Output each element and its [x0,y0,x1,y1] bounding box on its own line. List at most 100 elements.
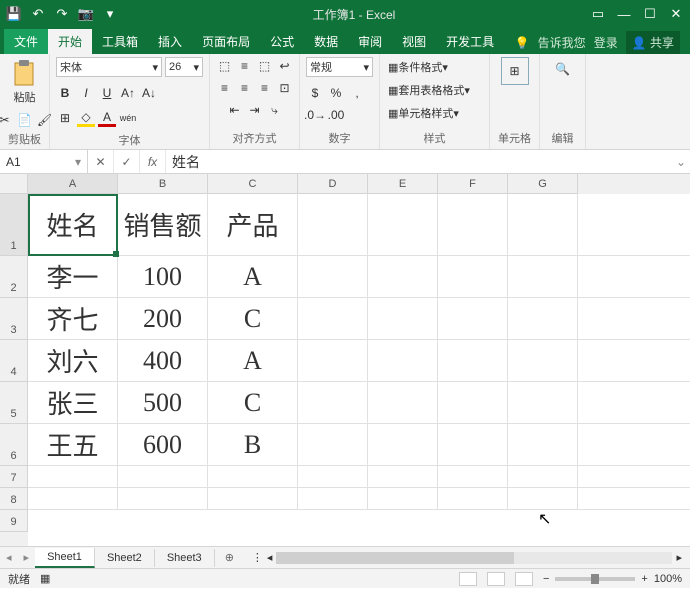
table-format-button[interactable]: ▦ 套用表格格式 ▾ [386,80,472,100]
col-header[interactable]: E [368,174,438,194]
row-header[interactable]: 6 [0,424,28,466]
cut-icon[interactable]: ✂ [0,111,14,129]
italic-icon[interactable]: I [77,84,95,102]
sheet-nav-prev-icon[interactable]: ◂ [0,551,18,564]
bold-icon[interactable]: B [56,84,74,102]
qat-more-icon[interactable]: ▾ [102,6,118,22]
cell[interactable]: 王五 [28,424,118,465]
currency-icon[interactable]: $ [306,84,324,102]
sheet-tab[interactable]: Sheet2 [95,549,155,567]
redo-icon[interactable]: ↷ [54,6,70,22]
scroll-left-icon[interactable]: ◂ [267,551,273,564]
font-size-select[interactable]: 26▾ [165,57,203,77]
close-icon[interactable]: ✕ [668,6,684,22]
merge-icon[interactable]: ⊡ [276,79,294,97]
cell[interactable]: 400 [118,340,208,381]
cancel-formula-icon[interactable]: ✕ [88,150,114,173]
tab-dev[interactable]: 开发工具 [436,29,504,54]
cell[interactable]: 100 [118,256,208,297]
tab-insert[interactable]: 插入 [148,29,192,54]
page-layout-view-icon[interactable] [487,572,505,586]
comma-icon[interactable]: , [348,84,366,102]
formula-bar[interactable]: 姓名 [166,152,672,172]
tellme-icon[interactable]: 💡 [515,36,530,50]
maximize-icon[interactable]: ☐ [642,6,658,22]
align-bot-icon[interactable]: ⬚ [256,57,274,75]
cell[interactable]: 齐七 [28,298,118,339]
tellme-text[interactable]: 告诉我您 [538,34,586,51]
row-header[interactable]: 2 [0,256,28,298]
increase-font-icon[interactable]: A↑ [119,84,137,102]
cell[interactable] [508,194,578,255]
col-header[interactable]: C [208,174,298,194]
macro-record-icon[interactable]: ▦ [40,572,50,585]
phonetic-icon[interactable]: wén [119,109,137,127]
indent-dec-icon[interactable]: ⇤ [226,101,244,119]
cell[interactable] [368,194,438,255]
worksheet-grid[interactable]: A B C D E F G 1 2 3 4 5 6 7 8 9 姓名 销售额 产… [0,174,690,546]
tab-file[interactable]: 文件 [4,29,48,54]
col-header[interactable]: A [28,174,118,194]
cell[interactable]: 李一 [28,256,118,297]
ribbon-options-icon[interactable]: ▭ [590,6,606,22]
col-header[interactable]: D [298,174,368,194]
wrap-icon[interactable]: ↩ [276,57,294,75]
tab-review[interactable]: 审阅 [348,29,392,54]
cell[interactable]: 销售额 [118,194,208,255]
cell[interactable]: 600 [118,424,208,465]
formula-expand-icon[interactable]: ⌄ [672,155,690,169]
decrease-font-icon[interactable]: A↓ [140,84,158,102]
sheet-nav-next-icon[interactable]: ▸ [18,551,36,564]
cell[interactable]: A [208,340,298,381]
fill-color-icon[interactable]: ◇ [77,109,95,127]
zoom-slider[interactable] [555,577,635,581]
cell[interactable]: B [208,424,298,465]
share-button[interactable]: 👤 共享 [626,31,680,54]
zoom-out-icon[interactable]: − [543,573,549,585]
cell[interactable]: C [208,382,298,423]
cell[interactable]: A [208,256,298,297]
conditional-format-button[interactable]: ▦ 条件格式 ▾ [386,57,450,77]
row-header[interactable]: 4 [0,340,28,382]
align-center-icon[interactable]: ≡ [236,79,254,97]
align-top-icon[interactable]: ⬚ [216,57,234,75]
orientation-icon[interactable]: ⤷ [266,101,284,119]
indent-inc-icon[interactable]: ⇥ [246,101,264,119]
h-scrollbar[interactable] [276,552,672,564]
tab-view[interactable]: 视图 [392,29,436,54]
add-sheet-icon[interactable]: ⊕ [215,551,244,564]
inc-decimal-icon[interactable]: .0→ [306,106,324,124]
cell[interactable]: 产品 [208,194,298,255]
camera-icon[interactable]: 📷 [78,6,94,22]
row-header[interactable]: 5 [0,382,28,424]
cells-icon[interactable]: ⊞ [501,57,529,85]
underline-icon[interactable]: U [98,84,116,102]
copy-icon[interactable]: 📄 [16,111,34,129]
tab-home[interactable]: 开始 [48,29,92,54]
name-box[interactable]: A1▾ [0,150,88,173]
normal-view-icon[interactable] [459,572,477,586]
cell[interactable]: 张三 [28,382,118,423]
cell[interactable]: 500 [118,382,208,423]
col-header[interactable]: B [118,174,208,194]
find-icon[interactable]: 🔍 [551,57,575,81]
cell[interactable]: 姓名 [28,194,118,255]
undo-icon[interactable]: ↶ [30,6,46,22]
enter-formula-icon[interactable]: ✓ [114,150,140,173]
cell[interactable]: 200 [118,298,208,339]
scroll-right-icon[interactable]: ▸ [676,551,682,564]
cell[interactable]: 刘六 [28,340,118,381]
minimize-icon[interactable]: — [616,6,632,22]
scroll-split-icon[interactable]: ⋮ [252,551,263,564]
paste-button[interactable]: 粘贴 [9,57,41,107]
row-header[interactable]: 3 [0,298,28,340]
zoom-in-icon[interactable]: + [641,573,647,585]
zoom-level[interactable]: 100% [654,573,682,585]
border-icon[interactable]: ⊞ [56,109,74,127]
select-all-corner[interactable] [0,174,28,194]
percent-icon[interactable]: % [327,84,345,102]
save-icon[interactable]: 💾 [6,6,22,22]
row-header[interactable]: 7 [0,466,28,488]
col-header[interactable]: G [508,174,578,194]
cell[interactable]: C [208,298,298,339]
